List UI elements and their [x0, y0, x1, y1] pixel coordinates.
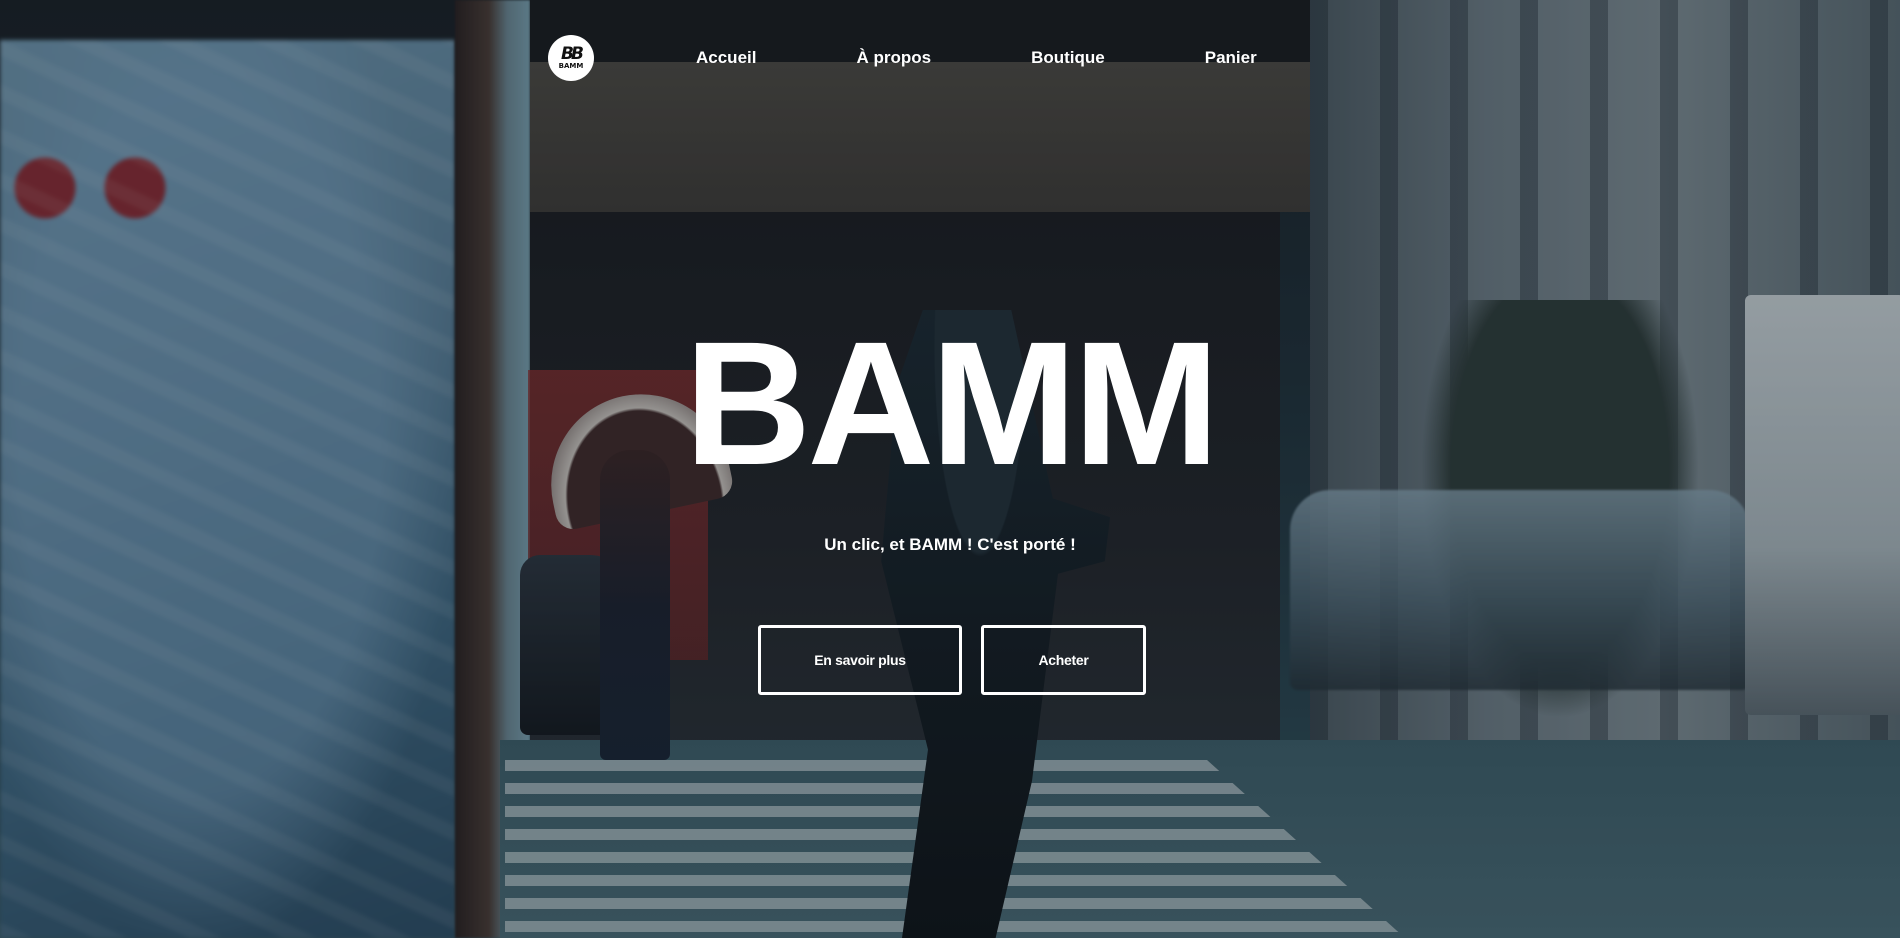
hero-title: BAMM — [684, 306, 1219, 502]
buy-button[interactable]: Acheter — [981, 625, 1146, 695]
cta-buttons: En savoir plus Acheter — [758, 625, 1146, 695]
nav-link-accueil[interactable]: Accueil — [696, 48, 756, 68]
nav-link-boutique[interactable]: Boutique — [1031, 48, 1105, 68]
brand-logo[interactable]: BB BAMM — [548, 35, 594, 81]
nav-links: Accueil À propos Boutique Panier — [696, 48, 1257, 68]
main-navigation: BB BAMM Accueil À propos Boutique Panier — [548, 33, 1257, 83]
nav-link-a-propos[interactable]: À propos — [856, 48, 931, 68]
logo-text: BAMM — [558, 61, 584, 70]
logo-mark: BB — [561, 43, 584, 64]
nav-link-panier[interactable]: Panier — [1205, 48, 1257, 68]
hero-section: BB BAMM Accueil À propos Boutique Panier… — [0, 0, 1900, 938]
hero-subtitle: Un clic, et BAMM ! C'est porté ! — [824, 535, 1076, 554]
learn-more-button[interactable]: En savoir plus — [758, 625, 962, 695]
